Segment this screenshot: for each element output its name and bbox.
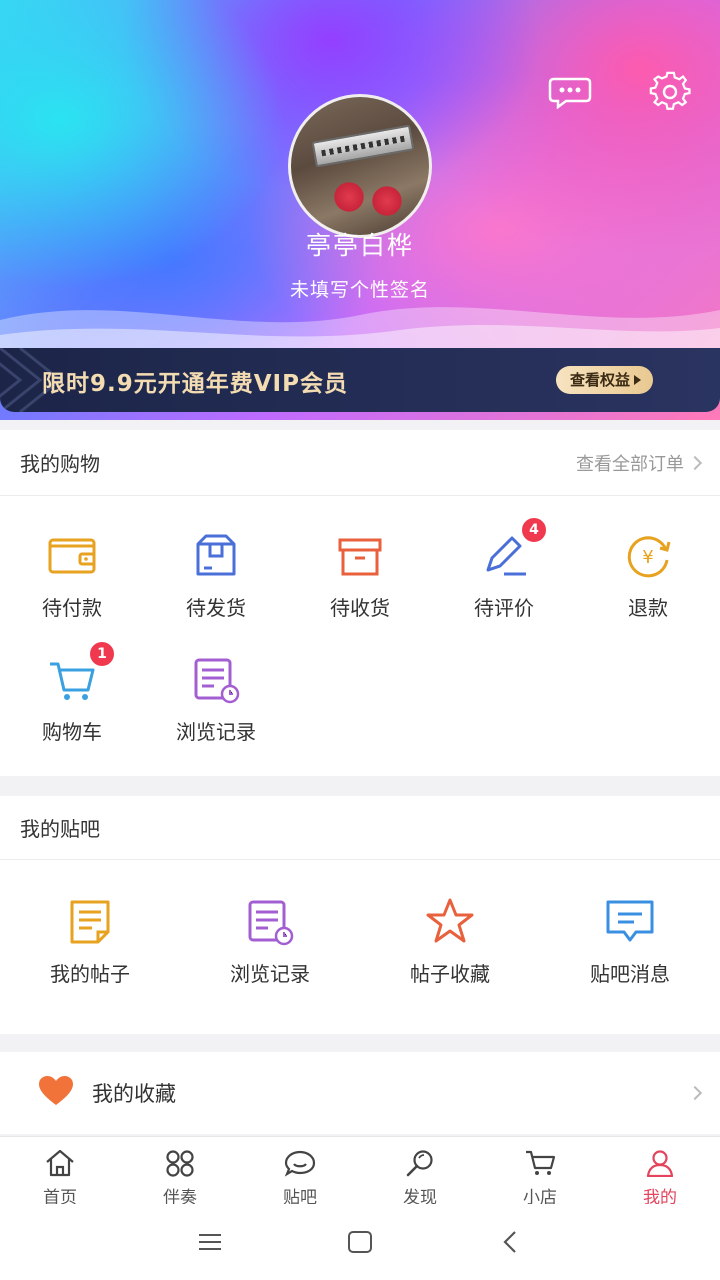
shopping-history-label: 浏览记录 <box>176 720 256 744</box>
tab-tieba[interactable]: 贴吧 <box>240 1137 360 1208</box>
cart-icon <box>524 1149 556 1181</box>
bubble-icon <box>284 1149 316 1181</box>
shopping-header: 我的购物 查看全部订单 <box>0 430 720 496</box>
shopping-title: 我的购物 <box>20 452 100 476</box>
chat-bubble-icon[interactable] <box>548 70 592 114</box>
box-icon <box>334 530 386 582</box>
star-icon <box>424 896 476 948</box>
order-pending-receipt-label: 待收货 <box>330 596 390 620</box>
order-pending-review-label: 待评价 <box>474 596 534 620</box>
play-arrow-icon <box>634 375 642 385</box>
order-pending-shipment-label: 待发货 <box>186 596 246 620</box>
bottom-tab-bar: 首页 伴奏 贴吧 发现 小店 我的 <box>0 1136 720 1208</box>
shopping-cart-label: 购物车 <box>42 720 102 744</box>
grid-icon <box>164 1149 196 1181</box>
tieba-header: 我的贴吧 <box>0 796 720 860</box>
gear-icon[interactable] <box>648 70 692 114</box>
tieba-history[interactable]: 浏览记录 <box>198 896 342 987</box>
tieba-history-label: 浏览记录 <box>230 962 310 986</box>
tab-discover[interactable]: 发现 <box>360 1137 480 1208</box>
message-icon <box>604 896 656 948</box>
chevron-right-icon <box>687 455 703 470</box>
order-pending-payment-label: 待付款 <box>42 596 102 620</box>
view-benefits-button[interactable]: 查看权益 <box>556 366 654 394</box>
package-icon <box>190 530 242 582</box>
post-favorites-label: 帖子收藏 <box>410 962 490 986</box>
menu-icon[interactable] <box>185 1217 235 1267</box>
order-pending-receipt[interactable]: 待收货 <box>288 530 432 621</box>
my-posts[interactable]: 我的帖子 <box>18 896 162 987</box>
tab-home[interactable]: 首页 <box>0 1137 120 1208</box>
my-posts-label: 我的帖子 <box>50 962 130 986</box>
tieba-title: 我的贴吧 <box>20 817 100 841</box>
pen-icon: 4 <box>478 516 548 582</box>
search-icon <box>404 1149 436 1181</box>
tieba-messages-label: 贴吧消息 <box>590 962 670 986</box>
user-icon <box>644 1149 676 1181</box>
order-refund[interactable]: ¥ 退款 <box>576 530 720 621</box>
back-icon[interactable] <box>485 1217 535 1267</box>
avatar-photo <box>311 124 415 168</box>
avatar[interactable] <box>288 94 432 238</box>
home-square-icon[interactable] <box>335 1217 385 1267</box>
vip-promo-text: 限时9.9元开通年费VIP会员 <box>42 371 348 397</box>
shopping-card: 我的购物 查看全部订单 待付款 待发货 待收货 4 待评价 ¥ 退款 1 购物车… <box>0 430 720 776</box>
tab-accompaniment[interactable]: 伴奏 <box>120 1137 240 1208</box>
tieba-messages[interactable]: 贴吧消息 <box>558 896 702 987</box>
wallet-icon <box>46 530 98 582</box>
tab-mine[interactable]: 我的 <box>600 1137 720 1208</box>
view-all-orders-label: 查看全部订单 <box>576 453 684 475</box>
refund-yen-icon: ¥ <box>622 530 674 582</box>
signature[interactable]: 未填写个性签名 <box>0 275 720 302</box>
tab-shop[interactable]: 小店 <box>480 1137 600 1208</box>
review-count-badge: 4 <box>520 516 548 544</box>
order-refund-label: 退款 <box>628 596 668 620</box>
system-navigation-bar <box>0 1204 720 1280</box>
order-pending-payment[interactable]: 待付款 <box>0 530 144 621</box>
my-favorites-label: 我的收藏 <box>92 1082 176 1106</box>
note-icon <box>64 896 116 948</box>
shopping-history[interactable]: 浏览记录 <box>144 654 288 745</box>
home-icon <box>44 1149 76 1181</box>
history-doc-icon <box>244 896 296 948</box>
svg-text:¥: ¥ <box>642 547 653 568</box>
view-benefits-label: 查看权益 <box>570 371 631 389</box>
history-doc-icon <box>190 654 242 706</box>
view-all-orders-link[interactable]: 查看全部订单 <box>576 450 703 476</box>
vip-banner[interactable]: 限时9.9元开通年费VIP会员 查看权益 <box>0 348 720 412</box>
cart-count-badge: 1 <box>88 640 116 668</box>
chevron-right-icon <box>687 1085 703 1101</box>
order-pending-shipment[interactable]: 待发货 <box>144 530 288 621</box>
post-favorites[interactable]: 帖子收藏 <box>378 896 522 987</box>
my-favorites-row[interactable]: 我的收藏 <box>0 1052 720 1134</box>
order-pending-review[interactable]: 4 待评价 <box>432 516 576 621</box>
shopping-cart[interactable]: 1 购物车 <box>0 640 144 745</box>
heart-icon <box>38 1075 74 1111</box>
cart-icon: 1 <box>46 640 116 706</box>
username[interactable]: 亭亭白桦 <box>0 226 720 262</box>
tieba-card: 我的贴吧 我的帖子 浏览记录 帖子收藏 贴吧消息 <box>0 796 720 1034</box>
